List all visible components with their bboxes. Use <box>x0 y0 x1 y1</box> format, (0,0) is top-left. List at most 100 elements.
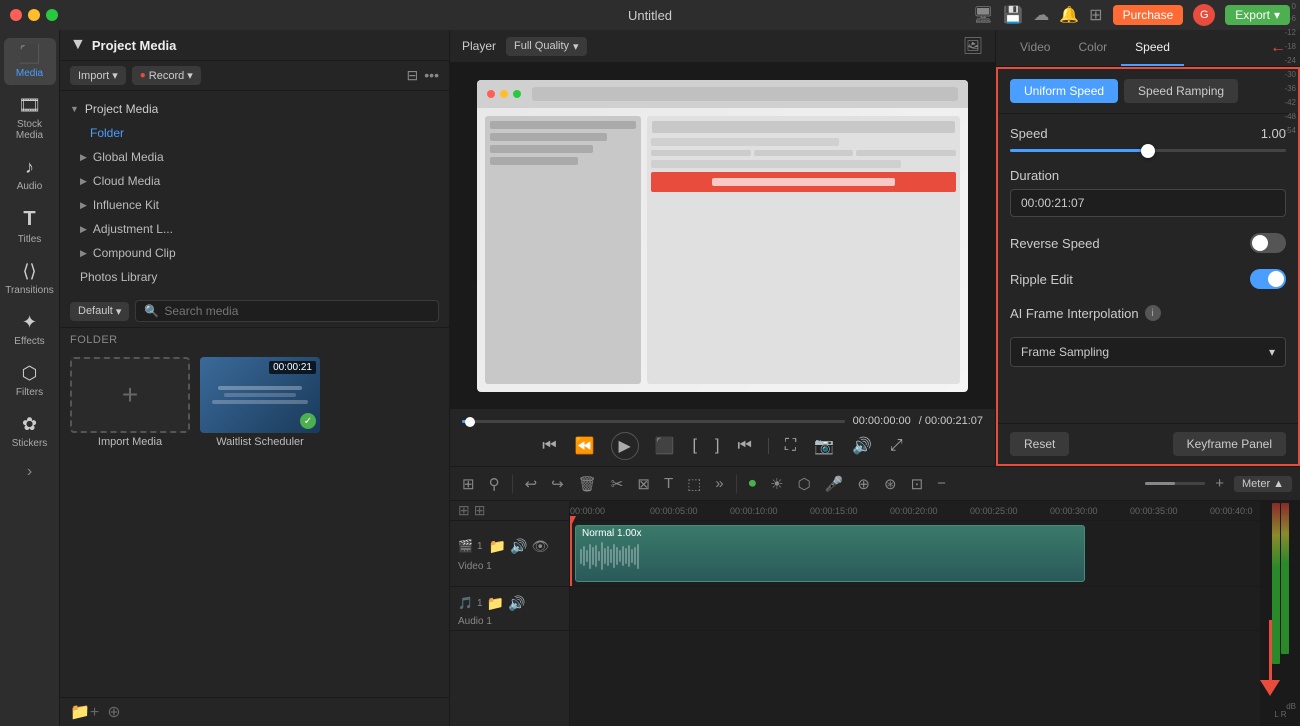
reverse-speed-toggle[interactable] <box>1250 233 1286 253</box>
plus-tl-button[interactable]: + <box>1211 473 1228 494</box>
purchase-button[interactable]: Purchase <box>1113 5 1184 25</box>
ripple-edit-toggle[interactable] <box>1250 269 1286 289</box>
sidebar-item-compound-clip[interactable]: ▶ Compound Clip <box>60 241 449 265</box>
ai-info-icon[interactable]: i <box>1145 305 1161 321</box>
filter-icon[interactable]: ⊟ <box>407 67 419 84</box>
sort-button[interactable]: Default ▾ <box>70 302 129 321</box>
toolbar-item-audio[interactable]: ♪ Audio <box>4 151 56 198</box>
toolbar-item-transitions[interactable]: ⟨⟩ Transitions <box>4 255 56 302</box>
minimize-button[interactable] <box>28 9 40 21</box>
speed-slider-thumb[interactable] <box>1141 144 1155 158</box>
toolbar-item-media[interactable]: ⬛ Media <box>4 38 56 85</box>
exposure-button[interactable]: ☀ <box>766 473 787 495</box>
export-button[interactable]: Export ▾ <box>1225 5 1290 25</box>
track-eye-icon[interactable]: 👁 <box>531 538 549 555</box>
quality-button[interactable]: Full Quality ▾ <box>506 37 587 56</box>
stretch-button[interactable]: ⤢ <box>888 435 905 457</box>
minus-button[interactable]: − <box>933 473 950 494</box>
zoom-slider[interactable] <box>1145 482 1205 485</box>
record-button[interactable]: ● Record ▾ <box>132 66 201 85</box>
waitlist-media-item[interactable]: 00:00:21 ✓ Waitlist Scheduler <box>200 357 320 448</box>
text-button[interactable]: T <box>660 473 677 494</box>
duration-input[interactable] <box>1010 189 1286 217</box>
toolbar-item-titles[interactable]: T Titles <box>4 202 56 251</box>
effects-tl-button[interactable]: ⊕ <box>853 473 874 495</box>
toolbar-item-stock-media[interactable]: 🎞 Stock Media <box>4 89 56 147</box>
import-thumb: + <box>70 357 190 433</box>
close-button[interactable] <box>10 9 22 21</box>
toolbar-item-effects[interactable]: ✦ Effects <box>4 306 56 353</box>
toolbar-more-icon[interactable]: › <box>27 463 32 481</box>
meter-button[interactable]: Meter ▲ <box>1234 476 1292 492</box>
progress-handle[interactable] <box>465 417 475 427</box>
progress-bar[interactable] <box>462 420 845 423</box>
screenshot-icon[interactable]: 🖼 <box>963 36 983 56</box>
play-button[interactable]: ▶ <box>611 432 639 460</box>
audio-track-volume-icon[interactable]: 🔊 <box>508 595 525 612</box>
tab-video[interactable]: Video <box>1006 30 1064 66</box>
sidebar-item-folder[interactable]: Folder <box>60 121 449 145</box>
speed-ramping-tab[interactable]: Speed Ramping <box>1124 79 1238 103</box>
slow-rewind-button[interactable]: ⏪ <box>573 434 597 458</box>
reset-button[interactable]: Reset <box>1010 432 1069 456</box>
record-tl-button[interactable]: ⏺ <box>745 473 761 494</box>
undo-button[interactable]: ↩ <box>521 473 542 495</box>
pip-button[interactable]: ⊡ <box>907 473 928 495</box>
search-input[interactable] <box>164 304 430 318</box>
track-volume-icon[interactable]: 🔊 <box>510 538 527 555</box>
sidebar-item-global-media[interactable]: ▶ Global Media <box>60 145 449 169</box>
camera-button[interactable]: 📷 <box>812 434 836 458</box>
snap-button[interactable]: ⊞ <box>458 473 479 495</box>
add-item-icon[interactable]: ⊕ <box>107 702 120 722</box>
tab-color[interactable]: Color <box>1064 30 1121 66</box>
cut-button[interactable]: ✂ <box>607 473 628 495</box>
more-button[interactable]: » <box>711 473 727 494</box>
tab-speed[interactable]: Speed <box>1121 30 1184 66</box>
speed-subtabs: Uniform Speed Speed Ramping <box>998 69 1298 114</box>
maximize-button[interactable] <box>46 9 58 21</box>
toolbar-item-stickers[interactable]: ✿ Stickers <box>4 408 56 455</box>
video-clip[interactable]: Normal 1.00x <box>575 525 1085 582</box>
magnet-button[interactable]: ⚲ <box>485 473 504 495</box>
audio-track-folder-icon[interactable]: 📁 <box>487 595 504 612</box>
sidebar-item-influence-kit[interactable]: ▶ Influence Kit <box>60 193 449 217</box>
preview-screenshot <box>477 80 968 391</box>
current-time: 00:00:00:00 <box>853 415 911 427</box>
mic-button[interactable]: 🎤 <box>821 473 848 495</box>
sort-chevron-icon: ▾ <box>116 305 122 318</box>
volume-button[interactable]: 🔊 <box>850 434 874 458</box>
track-number-a1: 1 <box>477 598 483 609</box>
shield-button[interactable]: ⬡ <box>794 473 815 495</box>
stop-button[interactable]: ⬛ <box>653 434 677 458</box>
delete-button[interactable]: 🗑 <box>574 473 601 495</box>
import-button[interactable]: Import ▾ <box>70 66 126 85</box>
add-video-track-icon[interactable]: ⊞ <box>458 502 470 519</box>
mark-in-button[interactable]: [ <box>691 435 699 457</box>
track-folder-icon[interactable]: 📁 <box>489 538 506 555</box>
speed-slider-track[interactable] <box>1010 149 1286 152</box>
more-options-icon[interactable]: ••• <box>424 67 439 84</box>
crop-button[interactable]: ⬚ <box>683 473 705 495</box>
avatar-button[interactable]: G <box>1193 4 1215 26</box>
frame-sampling-select[interactable]: Frame Sampling ▾ <box>1010 337 1286 367</box>
fullscreen-button[interactable]: ⛶ <box>783 435 798 457</box>
add-audio-track-icon[interactable]: ⊞ <box>474 502 486 519</box>
uniform-speed-tab[interactable]: Uniform Speed <box>1010 79 1118 103</box>
prev-clip-button[interactable]: ⏮ <box>735 435 753 457</box>
timeline-area: ⊞ ⊞ 🎬 1 📁 🔊 👁 Video 1 <box>450 501 1300 726</box>
trim-button[interactable]: ⊠ <box>633 473 654 495</box>
sidebar-item-project-media[interactable]: ▼ Project Media <box>60 97 449 121</box>
toolbar-item-filters[interactable]: ⬡ Filters <box>4 357 56 404</box>
keyframe-panel-button[interactable]: Keyframe Panel <box>1173 432 1286 456</box>
sidebar-item-cloud-media[interactable]: ▶ Cloud Media <box>60 169 449 193</box>
redo-button[interactable]: ↪ <box>547 473 568 495</box>
sidebar-item-adjustment[interactable]: ▶ Adjustment L... <box>60 217 449 241</box>
sidebar-item-photos-library[interactable]: Photos Library <box>60 265 449 289</box>
import-media-item[interactable]: + Import Media <box>70 357 190 448</box>
prev-frame-button[interactable]: ⏮ <box>540 435 558 457</box>
add-folder-icon[interactable]: 📁+ <box>70 702 99 722</box>
lr-label: L R <box>1274 710 1286 719</box>
mark-out-button[interactable]: ] <box>713 435 721 457</box>
overlay-button[interactable]: ⊛ <box>880 473 901 495</box>
media-duration: 00:00:21 <box>269 361 316 374</box>
